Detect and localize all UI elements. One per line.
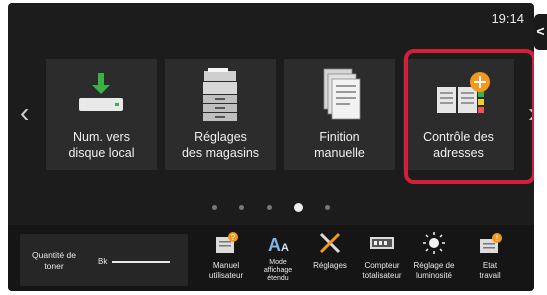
svg-text:A: A [281, 242, 289, 254]
tile-label: Réglages des magasins [181, 130, 260, 160]
touch-panel: 19:14 ‹ › Num. versdisque local [8, 3, 534, 291]
screen: 19:14 ‹ › Num. versdisque local [0, 0, 547, 295]
toner-color-label: Bk [98, 257, 108, 266]
user-manual-button[interactable]: ? Manuel utilisateur [200, 225, 252, 291]
previous-page-arrow-icon[interactable]: ‹ [20, 99, 29, 127]
printer-trays-icon [165, 65, 276, 125]
tile-manual-finishing[interactable]: Finition manuelle [284, 59, 395, 170]
brightness-label: Réglage de luminosité [413, 261, 455, 280]
toner-label: Quantité de toner [32, 250, 76, 271]
svg-text:A: A [268, 235, 281, 255]
settings-tools-icon [316, 231, 344, 255]
bottom-bar: Quantité de toner Bk ? Manuel utilisateu… [8, 225, 534, 291]
page-indicator [8, 199, 534, 217]
tile-label: Finition manuelle [314, 130, 365, 160]
counter-icon [368, 231, 396, 255]
job-status-label: Etat travail [479, 261, 501, 280]
page-dot[interactable] [266, 205, 272, 211]
tile-label: Num. vers disque local [68, 130, 135, 160]
page-dot[interactable] [239, 205, 245, 211]
svg-text:?: ? [231, 233, 236, 242]
svg-text:!: ! [496, 234, 498, 243]
page-dot[interactable] [211, 205, 217, 211]
font-size-icon: A A [264, 231, 292, 255]
extended-display-button[interactable]: A A Mode affichage étendu [252, 225, 304, 291]
toner-level-widget[interactable]: Quantité de toner Bk [20, 234, 188, 286]
status-clock: 19:14 [491, 11, 524, 26]
tile-tray-settings[interactable]: Réglages des magasins [165, 59, 276, 170]
side-panel-tab[interactable]: < [534, 14, 547, 50]
page-dot-active[interactable] [293, 203, 303, 213]
user-manual-icon: ? [212, 231, 240, 255]
brightness-icon [420, 231, 448, 255]
page-dot[interactable] [325, 205, 331, 211]
job-status-button[interactable]: ! Etat travail [464, 225, 516, 291]
tile-scan-to-local-disk[interactable]: Num. vers disque local [46, 59, 157, 170]
download-to-disk-icon [46, 65, 157, 125]
brightness-button[interactable]: Réglage de luminosité [408, 225, 460, 291]
toner-level-bar [112, 261, 170, 263]
total-counter-button[interactable]: Compteur totalisateur [356, 225, 408, 291]
highlight-frame [404, 49, 534, 184]
settings-button[interactable]: Réglages [304, 225, 356, 291]
document-stack-icon [284, 65, 395, 125]
job-status-icon: ! [476, 231, 504, 255]
